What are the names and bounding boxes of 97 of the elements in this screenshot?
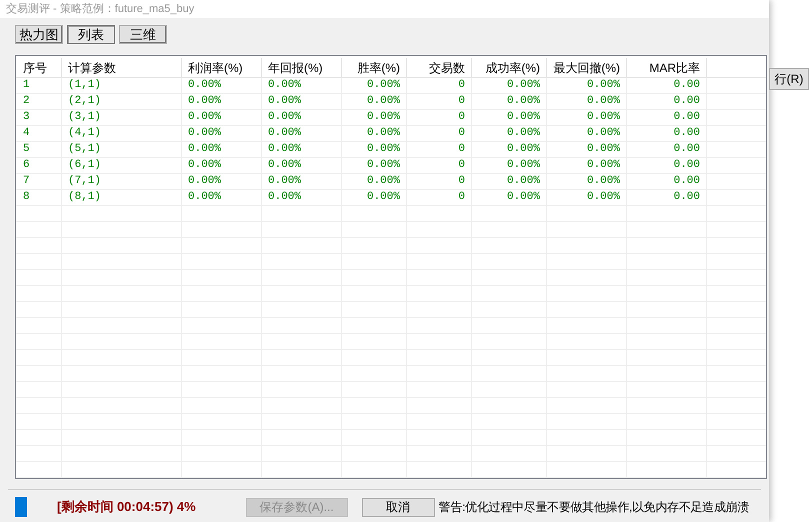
table-cell: 0.00%	[182, 142, 262, 157]
table-cell: 0.00%	[472, 142, 547, 157]
table-cell: 4	[17, 126, 62, 141]
table-cell: 7	[17, 174, 62, 189]
table-row[interactable]: 3 (3,1) 0.00% 0.00% 0.00% 0 0.00% 0.00% 0.00	[16, 110, 766, 126]
table-cell: 0	[407, 78, 472, 93]
table-cell: 0.00%	[342, 78, 407, 93]
table-cell: 0	[407, 126, 472, 141]
table-cell: 0.00%	[182, 78, 262, 93]
table-cell: 0.00%	[342, 190, 407, 205]
view-tab[interactable]: 三维	[119, 25, 167, 44]
table-cell: 0.00	[627, 78, 707, 93]
table-cell: 0.00%	[182, 174, 262, 189]
table-row[interactable]: 4 (4,1) 0.00% 0.00% 0.00% 0 0.00% 0.00% 0.00	[16, 126, 766, 142]
table-cell: 0.00%	[182, 126, 262, 141]
table-cell: 0	[407, 142, 472, 157]
table-row[interactable]: 6 (6,1) 0.00% 0.00% 0.00% 0 0.00% 0.00% 0.00	[16, 158, 766, 174]
table-cell: 2	[17, 94, 62, 109]
table-cell: 0.00%	[182, 94, 262, 109]
table-cell: 0.00%	[547, 158, 627, 173]
table-cell: 0.00%	[262, 174, 342, 189]
table-cell: 0.00%	[472, 190, 547, 205]
table-cell: 0.00%	[547, 78, 627, 93]
table-cell: 0.00%	[472, 174, 547, 189]
table-cell: 3	[17, 110, 62, 125]
table-cell: 0.00%	[547, 174, 627, 189]
table-cell: 0.00%	[472, 94, 547, 109]
table-cell: 1	[17, 78, 62, 93]
table-cell: 0.00	[627, 174, 707, 189]
table-cell: 0.00%	[182, 190, 262, 205]
column-header[interactable]: 年回报(%)	[262, 58, 342, 78]
table-cell: 0.00	[627, 190, 707, 205]
table-cell: 0.00%	[342, 174, 407, 189]
table-cell: 0.00	[627, 142, 707, 157]
table-cell: 0	[407, 94, 472, 109]
table-cell: 0.00%	[472, 110, 547, 125]
table-cell: 0.00%	[342, 142, 407, 157]
table-cell: 0.00%	[342, 158, 407, 173]
table-row[interactable]: 5 (5,1) 0.00% 0.00% 0.00% 0 0.00% 0.00% 0.00	[16, 142, 766, 158]
table-cell: 0.00%	[547, 190, 627, 205]
run-button[interactable]: 行(R)	[769, 68, 809, 90]
table-cell: 8	[17, 190, 62, 205]
table-cell: 0.00%	[262, 126, 342, 141]
table-cell: (2,1)	[62, 94, 182, 109]
table-row[interactable]: 1 (1,1) 0.00% 0.00% 0.00% 0 0.00% 0.00% 0.00	[16, 78, 766, 94]
table-cell: 0.00%	[472, 158, 547, 173]
cancel-button[interactable]: 取消	[362, 498, 435, 516]
table-cell: 0.00%	[262, 78, 342, 93]
table-cell: 0.00%	[182, 110, 262, 125]
column-header[interactable]: 交易数	[407, 58, 472, 78]
table-cell: (7,1)	[62, 174, 182, 189]
table-cell: 6	[17, 158, 62, 173]
table-cell: 0.00%	[472, 126, 547, 141]
table-cell: (1,1)	[62, 78, 182, 93]
table-cell: (6,1)	[62, 158, 182, 173]
table-cell: 0.00%	[262, 110, 342, 125]
remaining-time-text: [剩余时间 00:04:57) 4%	[57, 498, 196, 516]
column-header[interactable]: 计算参数	[62, 58, 182, 78]
table-cell: (3,1)	[62, 110, 182, 125]
table-cell: 0.00	[627, 158, 707, 173]
table-cell: 0.00%	[547, 126, 627, 141]
table-row[interactable]: 7 (7,1) 0.00% 0.00% 0.00% 0 0.00% 0.00% 0.00	[16, 174, 766, 190]
table-cell: 0	[407, 158, 472, 173]
table-cell: 0.00	[627, 126, 707, 141]
table-cell: 0.00%	[342, 126, 407, 141]
table-cell: 0.00%	[262, 94, 342, 109]
table-cell: 0	[407, 174, 472, 189]
table-cell: 0	[407, 190, 472, 205]
window-title: 交易测评 - 策略范例：future_ma5_buy	[6, 4, 194, 14]
table-row[interactable]: 2 (2,1) 0.00% 0.00% 0.00% 0 0.00% 0.00% 0.00	[16, 94, 766, 110]
view-tab[interactable]: 列表	[67, 25, 115, 44]
table-cell: 0.00	[627, 94, 707, 109]
column-header[interactable]: 序号	[17, 58, 62, 78]
table-cell: 0.00%	[342, 94, 407, 109]
table-cell: 0.00%	[262, 142, 342, 157]
table-cell: (8,1)	[62, 190, 182, 205]
view-tab[interactable]: 热力图	[15, 25, 63, 44]
column-header[interactable]: 成功率(%)	[472, 58, 547, 78]
table-cell: 0.00%	[342, 110, 407, 125]
column-header[interactable]: MAR比率	[627, 58, 707, 78]
table-cell: 0.00%	[262, 158, 342, 173]
table-cell: 0	[407, 110, 472, 125]
column-header[interactable]: 利润率(%)	[182, 58, 262, 78]
table-cell: 0.00%	[472, 78, 547, 93]
table-cell: (4,1)	[62, 126, 182, 141]
table-cell: 0.00%	[262, 190, 342, 205]
table-row[interactable]: 8 (8,1) 0.00% 0.00% 0.00% 0 0.00% 0.00% 0.00	[16, 190, 766, 206]
table-cell: 0.00	[627, 110, 707, 125]
column-header[interactable]: 最大回撤(%)	[547, 58, 627, 78]
table-cell: 0.00%	[182, 158, 262, 173]
table-cell: 0.00%	[547, 94, 627, 109]
warning-text: 警告:优化过程中尽量不要做其他操作,以免内存不足造成崩溃	[438, 499, 749, 516]
column-header[interactable]: 胜率(%)	[342, 58, 407, 78]
table-cell: 0.00%	[547, 142, 627, 157]
table-cell: 0.00%	[547, 110, 627, 125]
table-cell: 5	[17, 142, 62, 157]
table-cell: (5,1)	[62, 142, 182, 157]
